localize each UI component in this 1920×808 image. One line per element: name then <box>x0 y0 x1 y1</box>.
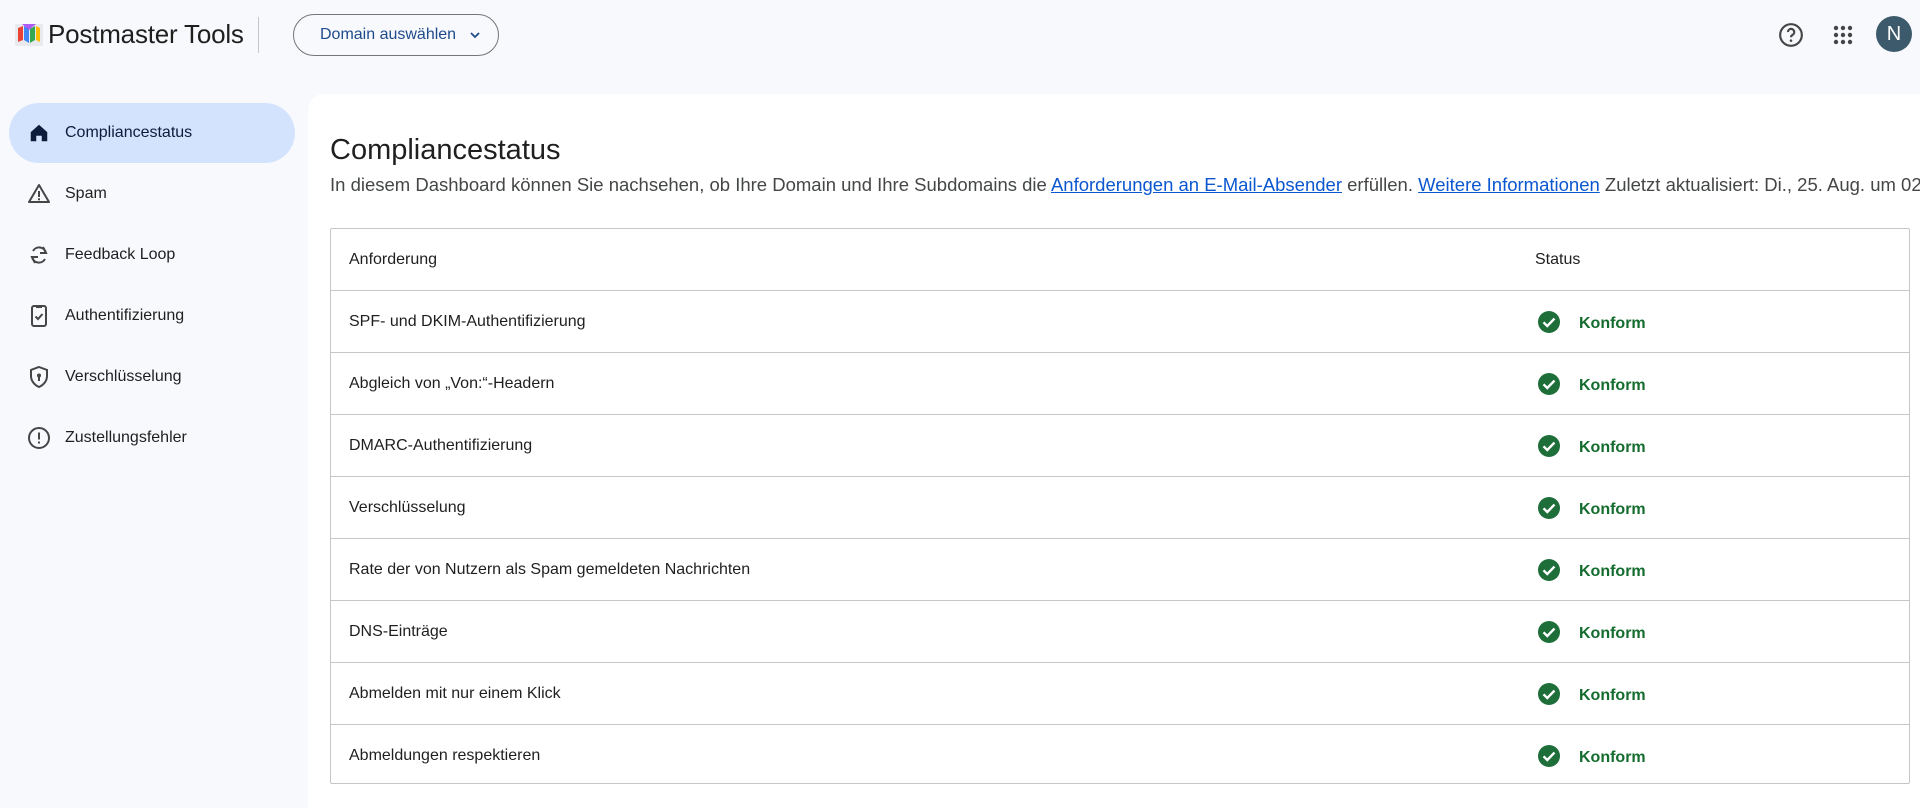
app-name: Postmaster Tools <box>48 19 244 49</box>
requirement-cell: SPF- und DKIM-Authentifizierung <box>349 313 586 330</box>
avatar-initial: N <box>1886 22 1902 45</box>
table-row: DMARC-Authentifizierung Konform <box>331 415 1909 477</box>
status-cell: Konform <box>1579 315 1646 332</box>
home-icon <box>27 121 51 145</box>
check-circle-icon <box>1538 621 1560 643</box>
alert-circle-icon <box>27 426 51 450</box>
status-cell: Konform <box>1579 501 1646 518</box>
domain-select-label: Domain auswählen <box>320 26 457 43</box>
last-updated-text: Zuletzt aktualisiert: Di., 25. Aug. um 0… <box>1599 174 1920 195</box>
header-divider <box>258 17 259 53</box>
status-cell: Konform <box>1579 563 1646 580</box>
requirement-cell: DMARC-Authentifizierung <box>349 437 533 454</box>
description-text: erfüllen. <box>1342 174 1419 195</box>
requirement-cell: Abmelden mit nur einem Klick <box>349 685 561 702</box>
sidebar-item-label: Feedback Loop <box>65 246 176 263</box>
phone-check-icon <box>27 304 51 328</box>
postmaster-logo-icon <box>15 23 43 46</box>
page-title: Compliancestatus <box>330 134 561 166</box>
account-avatar[interactable]: N <box>1876 16 1912 52</box>
requirement-cell: DNS-Einträge <box>349 623 448 640</box>
requirement-cell: Verschlüsselung <box>349 499 466 516</box>
requirement-cell: Rate der von Nutzern als Spam gemeldeten… <box>349 561 751 578</box>
sidebar-item-zustellungsfehler[interactable]: Zustellungsfehler <box>9 408 295 468</box>
table-row: SPF- und DKIM-Authentifizierung Konform <box>331 291 1909 353</box>
chevron-down-icon <box>470 32 480 39</box>
check-circle-icon <box>1538 373 1560 395</box>
table-header-row: Anforderung Status <box>331 229 1909 291</box>
table-row: DNS-Einträge Konform <box>331 601 1909 663</box>
status-cell: Konform <box>1579 687 1646 704</box>
requirement-cell: Abmeldungen respektieren <box>349 747 541 764</box>
domain-select-button[interactable]: Domain auswählen <box>293 14 499 56</box>
sidebar-item-label: Compliancestatus <box>65 124 193 141</box>
status-cell: Konform <box>1579 625 1646 642</box>
help-circle-icon[interactable] <box>1773 17 1809 53</box>
shield-icon <box>27 365 51 389</box>
sidebar-item-compliancestatus[interactable]: Compliancestatus <box>9 103 295 163</box>
description-text: In diesem Dashboard können Sie nachsehen… <box>330 174 1051 195</box>
requirement-cell: Abgleich von „Von:“-Headern <box>349 375 555 392</box>
sidebar-item-label: Verschlüsselung <box>65 368 182 385</box>
check-circle-icon <box>1538 745 1560 767</box>
app-logo[interactable]: Postmaster Tools <box>14 19 244 50</box>
check-circle-icon <box>1538 497 1560 519</box>
column-header-status: Status <box>1535 251 1581 268</box>
sidebar-item-label: Zustellungsfehler <box>65 429 187 446</box>
status-cell: Konform <box>1579 439 1646 456</box>
main-panel: Compliancestatus In diesem Dashboard kön… <box>308 94 1920 808</box>
table-row: Rate der von Nutzern als Spam gemeldeten… <box>331 539 1909 601</box>
status-cell: Konform <box>1579 749 1646 766</box>
check-circle-icon <box>1538 559 1560 581</box>
sidebar-item-feedback-loop[interactable]: Feedback Loop <box>9 225 295 285</box>
more-info-link[interactable]: Weitere Informationen <box>1418 174 1600 195</box>
check-circle-icon <box>1538 435 1560 457</box>
table-row: Abgleich von „Von:“-Headern Konform <box>331 353 1909 415</box>
warning-icon <box>27 182 51 206</box>
table-row: Verschlüsselung Konform <box>331 477 1909 539</box>
sidebar-item-label: Authentifizierung <box>65 307 185 324</box>
sidebar-item-authentifizierung[interactable]: Authentifizierung <box>9 286 295 346</box>
column-header-requirement: Anforderung <box>349 251 438 268</box>
status-cell: Konform <box>1579 377 1646 394</box>
sidebar-item-label: Spam <box>65 185 107 202</box>
sidebar-item-spam[interactable]: Spam <box>9 164 295 224</box>
table-row: Abmelden mit nur einem Klick Konform <box>331 663 1909 725</box>
check-circle-icon <box>1538 683 1560 705</box>
requirements-link[interactable]: Anforderungen an E-Mail-Absender <box>1051 174 1342 195</box>
top-header: Postmaster Tools Domain auswählen N <box>0 0 1920 70</box>
table-row: Abmeldungen respektieren Konform <box>331 725 1909 787</box>
apps-grid-icon[interactable] <box>1825 17 1861 53</box>
compliance-table: Anforderung Status SPF- und DKIM-Authent… <box>330 228 1910 784</box>
refresh-icon <box>27 243 51 267</box>
check-circle-icon <box>1538 311 1560 333</box>
sidebar-item-verschluesselung[interactable]: Verschlüsselung <box>9 347 295 407</box>
page-description: In diesem Dashboard können Sie nachsehen… <box>330 168 1920 202</box>
